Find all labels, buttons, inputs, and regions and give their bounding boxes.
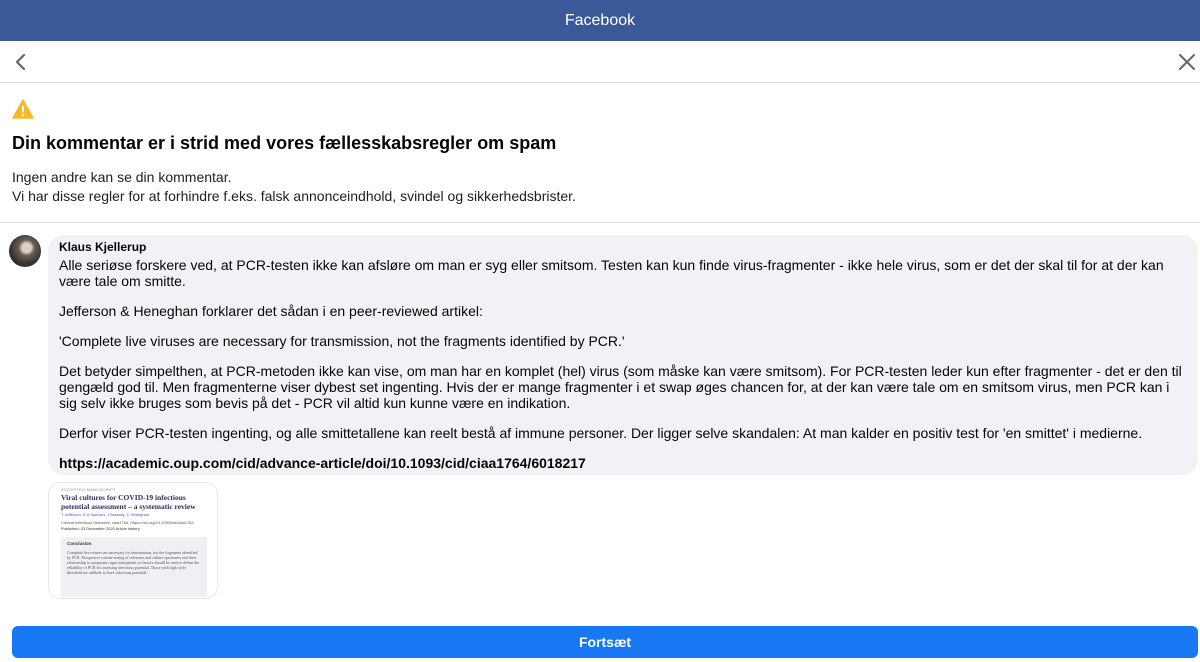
comment-paragraph: Det betyder simpelthen, at PCR-metoden i… xyxy=(59,363,1182,411)
notice-line-2: Vi har disse regler for at forhindre f.e… xyxy=(12,188,576,204)
attachment-thumbnail[interactable]: ACCEPTED MANUSCRIPT Viral cultures for C… xyxy=(48,482,218,599)
attachment-title: Viral cultures for COVID-19 infectious p… xyxy=(61,493,196,511)
comment-link[interactable]: https://academic.oup.com/cid/advance-art… xyxy=(59,455,1188,471)
continue-button[interactable]: Fortsæt xyxy=(12,626,1198,658)
comment-author[interactable]: Klaus Kjellerup xyxy=(59,240,1188,254)
comment-paragraph: 'Complete live viruses are necessary for… xyxy=(59,333,625,349)
chevron-left-icon xyxy=(15,53,26,71)
comment-paragraph: Jefferson & Heneghan forklarer det sådan… xyxy=(59,303,483,319)
app-title: Facebook xyxy=(564,11,636,29)
attachment-label: ACCEPTED MANUSCRIPT xyxy=(61,487,117,492)
avatar[interactable] xyxy=(9,235,41,267)
close-button[interactable] xyxy=(1176,51,1198,73)
close-icon xyxy=(1179,54,1195,70)
nav-row xyxy=(0,41,1200,83)
attachment-journal: Clinical Infectious Diseases, ciaa1764, … xyxy=(61,520,194,525)
back-button[interactable] xyxy=(10,51,32,73)
attachment-published: Published: 03 December 2020 Article hist… xyxy=(61,526,140,531)
notice-heading: Din kommentar er i strid med vores fælle… xyxy=(12,133,557,153)
attachment-authors: T Jefferson, E A Spencer, J Brassey, C H… xyxy=(61,512,150,517)
attachment-box-heading: Conclusion xyxy=(67,541,92,546)
top-bar: Facebook xyxy=(0,0,1200,41)
comment-paragraph: Alle seriøse forskere ved, at PCR-testen… xyxy=(59,257,1164,289)
attachment-conclusion-box: Conclusion Complete live viruses are nec… xyxy=(61,537,207,597)
warning-icon xyxy=(12,99,34,119)
notice-line-1: Ingen andre kan se din kommentar. xyxy=(12,169,232,185)
comment-bubble: Klaus Kjellerup Alle seriøse forskere ve… xyxy=(48,235,1198,475)
spam-notice: Din kommentar er i strid med vores fælle… xyxy=(0,84,1200,223)
attachment-box-text: Complete live viruses are necessary for … xyxy=(67,550,200,575)
comment-paragraph: Derfor viser PCR-testen ingenting, og al… xyxy=(59,425,1143,441)
